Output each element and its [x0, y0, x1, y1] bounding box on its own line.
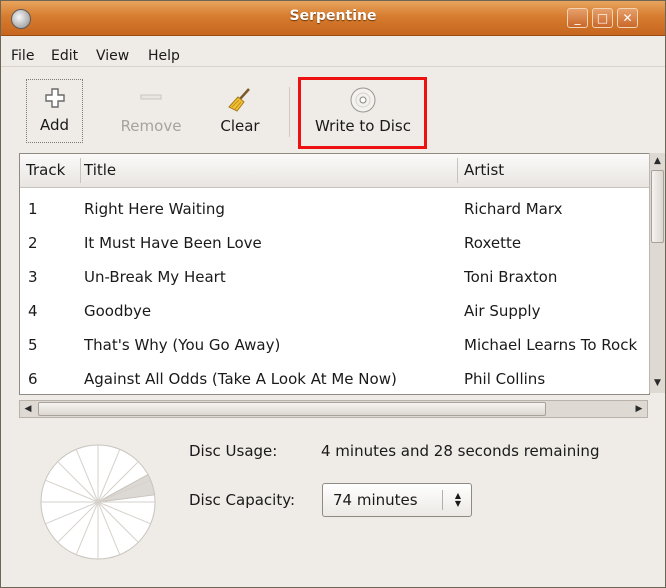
window-title: Serpentine	[289, 8, 377, 24]
track-title: It Must Have Been Love	[84, 234, 262, 252]
table-row[interactable]: 6 Against All Odds (Take A Look At Me No…	[20, 362, 649, 394]
column-header-title[interactable]: Title	[78, 154, 456, 187]
add-button[interactable]: Add	[26, 79, 83, 143]
scroll-down-icon[interactable]: ▼	[650, 375, 665, 391]
disc-capacity-label: Disc Capacity:	[189, 491, 296, 509]
vertical-scroll-thumb[interactable]	[651, 170, 664, 243]
track-title: Right Here Waiting	[84, 200, 225, 218]
minus-icon	[140, 87, 162, 111]
scroll-left-icon[interactable]: ◀	[20, 401, 36, 417]
pie-spokes	[41, 445, 155, 559]
track-artist: Toni Braxton	[464, 268, 558, 286]
clear-button[interactable]: Clear	[209, 79, 271, 143]
table-row[interactable]: 3 Un-Break My Heart Toni Braxton	[20, 260, 649, 294]
toolbar: Add Remove Clear Write to Disc	[1, 67, 665, 151]
track-number: 5	[28, 336, 38, 354]
track-title: That's Why (You Go Away)	[84, 336, 281, 354]
track-artist: Michael Learns To Rock	[464, 336, 638, 354]
track-title: Un-Break My Heart	[84, 268, 226, 286]
remove-label: Remove	[120, 117, 182, 135]
table-row[interactable]: 2 It Must Have Been Love Roxette	[20, 226, 649, 260]
combo-divider	[442, 490, 443, 510]
disc-usage-label: Disc Usage:	[189, 442, 278, 460]
horizontal-scrollbar[interactable]: ◀ ▶	[19, 400, 648, 418]
write-to-disc-button[interactable]: Write to Disc	[304, 79, 422, 143]
minimize-icon: _	[574, 11, 581, 25]
disc-usage-pie	[40, 444, 156, 560]
track-artist: Air Supply	[464, 302, 541, 320]
menu-file[interactable]: File	[11, 48, 34, 64]
track-number: 2	[28, 234, 38, 252]
table-row[interactable]: 5 That's Why (You Go Away) Michael Learn…	[20, 328, 649, 362]
list-header: Track Title Artist	[20, 154, 649, 188]
track-title: Goodbye	[84, 302, 152, 320]
spin-arrows-icon: ▲ ▼	[454, 491, 462, 508]
disc-usage-value: 4 minutes and 28 seconds remaining	[321, 442, 600, 460]
track-artist: Richard Marx	[464, 200, 563, 218]
menu-help[interactable]: Help	[148, 48, 180, 64]
app-window: Serpentine _ □ ✕ File Edit View Help Add	[0, 0, 666, 588]
scroll-up-icon[interactable]: ▲	[650, 153, 665, 169]
minimize-button[interactable]: _	[567, 8, 588, 28]
plus-icon	[44, 88, 65, 112]
disc-capacity-select[interactable]: 74 minutes ▲ ▼	[322, 483, 472, 517]
menu-bar: File Edit View Help	[1, 36, 665, 67]
remove-button[interactable]: Remove	[112, 79, 190, 143]
horizontal-scroll-thumb[interactable]	[38, 402, 546, 416]
title-bar[interactable]: Serpentine _ □ ✕	[1, 1, 665, 36]
disc-icon	[350, 87, 376, 117]
column-header-artist[interactable]: Artist	[458, 154, 648, 187]
track-list[interactable]: Track Title Artist 1 Right Here Waiting …	[19, 153, 650, 395]
track-number: 3	[28, 268, 38, 286]
menu-edit[interactable]: Edit	[51, 48, 78, 64]
track-title: Against All Odds (Take A Look At Me Now)	[84, 370, 397, 388]
menu-view[interactable]: View	[96, 48, 129, 64]
write-to-disc-label: Write to Disc	[315, 117, 411, 135]
clear-label: Clear	[220, 117, 260, 135]
add-label: Add	[39, 116, 70, 134]
track-artist: Phil Collins	[464, 370, 546, 388]
track-number: 4	[28, 302, 38, 320]
track-number: 6	[28, 370, 38, 388]
disc-capacity-value: 74 minutes	[333, 491, 418, 509]
column-header-track[interactable]: Track	[20, 154, 80, 187]
track-number: 1	[28, 200, 38, 218]
scroll-right-icon[interactable]: ▶	[631, 401, 647, 417]
maximize-button[interactable]: □	[592, 8, 613, 28]
close-button[interactable]: ✕	[617, 8, 638, 28]
broom-icon	[227, 87, 253, 117]
vertical-scrollbar[interactable]: ▲ ▼	[649, 153, 665, 393]
table-row[interactable]: 1 Right Here Waiting Richard Marx	[20, 192, 649, 226]
table-row[interactable]: 4 Goodbye Air Supply	[20, 294, 649, 328]
maximize-icon: □	[596, 11, 609, 25]
track-artist: Roxette	[464, 234, 522, 252]
close-icon: ✕	[622, 11, 633, 25]
toolbar-separator	[289, 87, 290, 137]
